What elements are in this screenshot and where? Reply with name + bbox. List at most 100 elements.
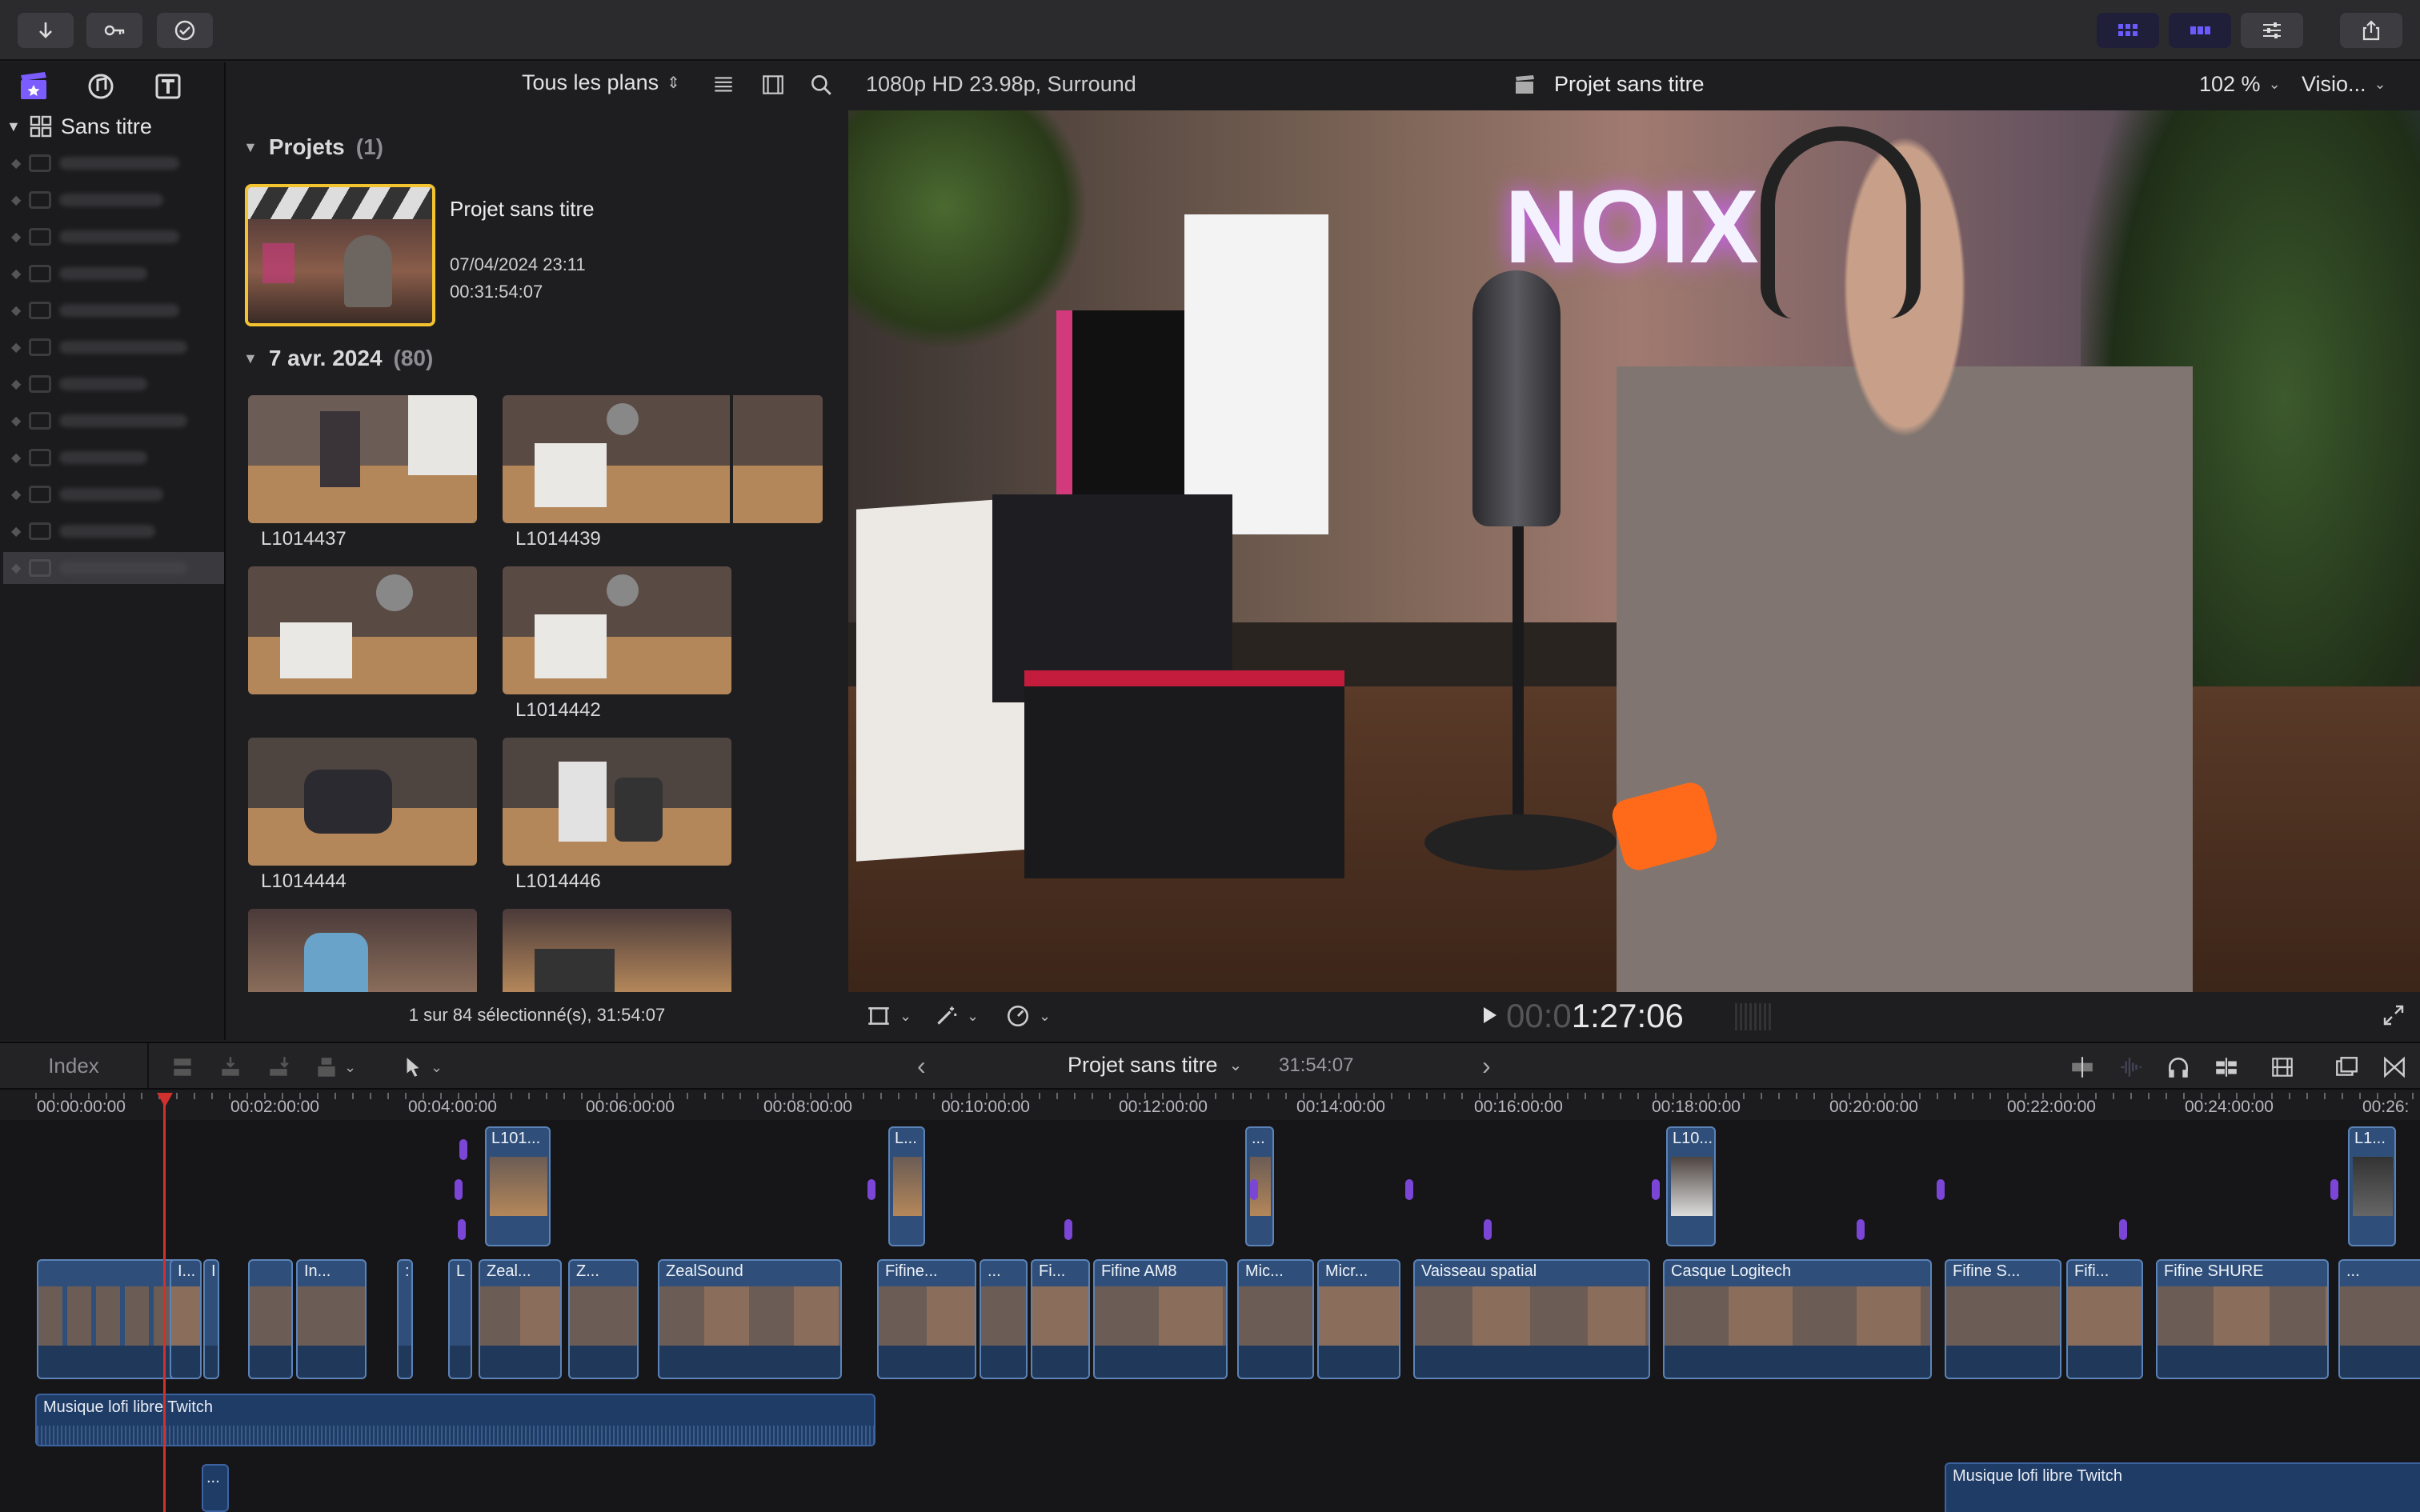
event-row[interactable]: ◆ bbox=[11, 221, 221, 253]
view-options-menu[interactable]: Visio... ⌄ bbox=[2302, 72, 2386, 97]
projects-section-header[interactable]: ▼ Projets (1) bbox=[243, 134, 383, 160]
event-row[interactable]: ◆ bbox=[11, 331, 221, 363]
primary-clip[interactable]: Fifine SHURE bbox=[2156, 1259, 2329, 1379]
index-button[interactable]: Index bbox=[0, 1043, 149, 1088]
primary-clip[interactable] bbox=[248, 1259, 293, 1379]
event-row[interactable]: ◆ bbox=[11, 147, 221, 179]
timeline-toggle-button[interactable] bbox=[2169, 13, 2231, 48]
background-tasks-button[interactable] bbox=[157, 13, 213, 48]
play-button[interactable] bbox=[1477, 1003, 1501, 1033]
list-view-button[interactable] bbox=[711, 72, 736, 103]
event-row[interactable]: ◆ bbox=[11, 442, 221, 474]
history-forward-button[interactable]: › bbox=[1482, 1051, 1491, 1081]
primary-clip[interactable]: ... bbox=[2338, 1259, 2420, 1379]
marker[interactable] bbox=[2330, 1179, 2338, 1200]
primary-clip[interactable]: Zeal... bbox=[479, 1259, 562, 1379]
primary-clip[interactable]: I bbox=[203, 1259, 219, 1379]
history-back-button[interactable]: ‹ bbox=[917, 1051, 926, 1081]
primary-clip[interactable]: Vaisseau spatial bbox=[1413, 1259, 1650, 1379]
snapping-button[interactable] bbox=[2214, 1054, 2239, 1086]
audio-clip[interactable]: ... bbox=[202, 1464, 229, 1512]
zoom-menu[interactable]: 102 % ⌄ bbox=[2199, 72, 2281, 97]
clip-appearance-timeline-button[interactable] bbox=[2270, 1054, 2295, 1086]
clip-thumbnail[interactable] bbox=[503, 738, 731, 866]
event-row[interactable]: ◆ bbox=[11, 294, 221, 326]
event-row-selected[interactable]: ◆ bbox=[3, 552, 224, 584]
event-row[interactable]: ◆ bbox=[11, 405, 221, 437]
primary-clip[interactable]: Micr... bbox=[1317, 1259, 1400, 1379]
solo-button[interactable] bbox=[2166, 1054, 2191, 1086]
marker[interactable] bbox=[1937, 1179, 1945, 1200]
tool-select-menu[interactable]: ⌄ bbox=[400, 1054, 443, 1080]
retime-menu[interactable]: ⌄ bbox=[1005, 1003, 1051, 1029]
event-row[interactable]: ◆ bbox=[11, 258, 221, 290]
clip-thumbnail[interactable] bbox=[503, 909, 731, 992]
clip-thumbnail[interactable] bbox=[248, 738, 477, 866]
event-row[interactable]: ◆ bbox=[11, 515, 221, 547]
libraries-tab[interactable] bbox=[16, 69, 51, 104]
connected-clip[interactable]: L10... bbox=[1666, 1126, 1716, 1246]
transform-menu[interactable]: ⌄ bbox=[866, 1003, 912, 1029]
clip-appearance-button[interactable] bbox=[760, 72, 786, 103]
titles-generators-tab[interactable] bbox=[150, 69, 186, 104]
import-button[interactable] bbox=[18, 13, 74, 48]
viewer-frame[interactable]: NOIX bbox=[848, 110, 2420, 992]
primary-clip[interactable]: Fifine S... bbox=[1945, 1259, 2061, 1379]
marker[interactable] bbox=[2119, 1219, 2127, 1240]
marker[interactable] bbox=[1652, 1179, 1660, 1200]
connected-clip[interactable]: L1... bbox=[2348, 1126, 2396, 1246]
primary-clip[interactable]: Fifine AM8 bbox=[1093, 1259, 1228, 1379]
primary-clip[interactable]: ZealSound bbox=[658, 1259, 842, 1379]
clip-thumbnail[interactable] bbox=[248, 909, 477, 992]
marker[interactable] bbox=[1857, 1219, 1865, 1240]
inspector-toggle-button[interactable] bbox=[2241, 13, 2303, 48]
primary-clip[interactable]: Fifi... bbox=[2066, 1259, 2143, 1379]
skimming-button[interactable] bbox=[2069, 1054, 2095, 1086]
project-thumbnail[interactable] bbox=[245, 184, 435, 326]
browser-toggle-button[interactable] bbox=[2097, 13, 2159, 48]
primary-clip[interactable]: Casque Logitech bbox=[1663, 1259, 1932, 1379]
music-clip[interactable]: Musique lofi libre Twitch bbox=[1945, 1462, 2420, 1512]
primary-clip[interactable]: ... bbox=[980, 1259, 1028, 1379]
music-clip[interactable]: Musique lofi libre Twitch bbox=[35, 1394, 875, 1446]
photos-audio-tab[interactable] bbox=[83, 69, 118, 104]
transitions-browser-button[interactable] bbox=[2382, 1054, 2407, 1086]
marker[interactable] bbox=[1250, 1179, 1258, 1200]
audio-skimming-button[interactable] bbox=[2118, 1054, 2143, 1086]
clip-thumbnail[interactable] bbox=[503, 566, 731, 694]
share-button[interactable] bbox=[2340, 13, 2402, 48]
primary-clip[interactable]: In... bbox=[296, 1259, 367, 1379]
marker[interactable] bbox=[459, 1139, 467, 1160]
marker[interactable] bbox=[867, 1179, 875, 1200]
marker[interactable] bbox=[458, 1219, 466, 1240]
effects-browser-button[interactable] bbox=[2334, 1054, 2359, 1086]
event-row[interactable]: ◆ bbox=[11, 368, 221, 400]
marker[interactable] bbox=[1484, 1219, 1492, 1240]
date-section-header[interactable]: ▼ 7 avr. 2024 (80) bbox=[243, 346, 433, 371]
overwrite-clip-button[interactable]: ⌄ bbox=[314, 1054, 356, 1080]
primary-clip[interactable]: Z... bbox=[568, 1259, 639, 1379]
insert-clip-button[interactable] bbox=[218, 1054, 243, 1086]
primary-clip[interactable]: Fi... bbox=[1031, 1259, 1090, 1379]
primary-clip[interactable]: Fifine... bbox=[877, 1259, 976, 1379]
append-clip-button[interactable] bbox=[266, 1054, 291, 1086]
timecode-display[interactable]: 00:01:27:06 bbox=[1506, 997, 1684, 1035]
library-row[interactable]: ▼ Sans titre bbox=[6, 110, 216, 142]
fullscreen-button[interactable] bbox=[2382, 1003, 2406, 1033]
connected-clip[interactable]: L101... bbox=[485, 1126, 551, 1246]
marker[interactable] bbox=[1064, 1219, 1072, 1240]
enhance-menu[interactable]: ⌄ bbox=[933, 1003, 979, 1029]
primary-clip[interactable]: : bbox=[397, 1259, 413, 1379]
primary-clip[interactable]: L bbox=[448, 1259, 472, 1379]
timeline-project-menu[interactable]: Projet sans titre ⌄ bbox=[1068, 1053, 1242, 1078]
event-row[interactable]: ◆ bbox=[11, 184, 221, 216]
marker[interactable] bbox=[455, 1179, 463, 1200]
keywords-button[interactable] bbox=[86, 13, 142, 48]
clip-thumbnail[interactable] bbox=[248, 566, 477, 694]
clip-thumbnail[interactable] bbox=[248, 395, 477, 523]
marker[interactable] bbox=[1405, 1179, 1413, 1200]
event-row[interactable]: ◆ bbox=[11, 478, 221, 510]
browser-search-button[interactable] bbox=[808, 72, 834, 103]
connected-clip[interactable]: L... bbox=[888, 1126, 925, 1246]
clip-filter-menu[interactable]: Tous les plans ⇕ bbox=[522, 70, 680, 95]
